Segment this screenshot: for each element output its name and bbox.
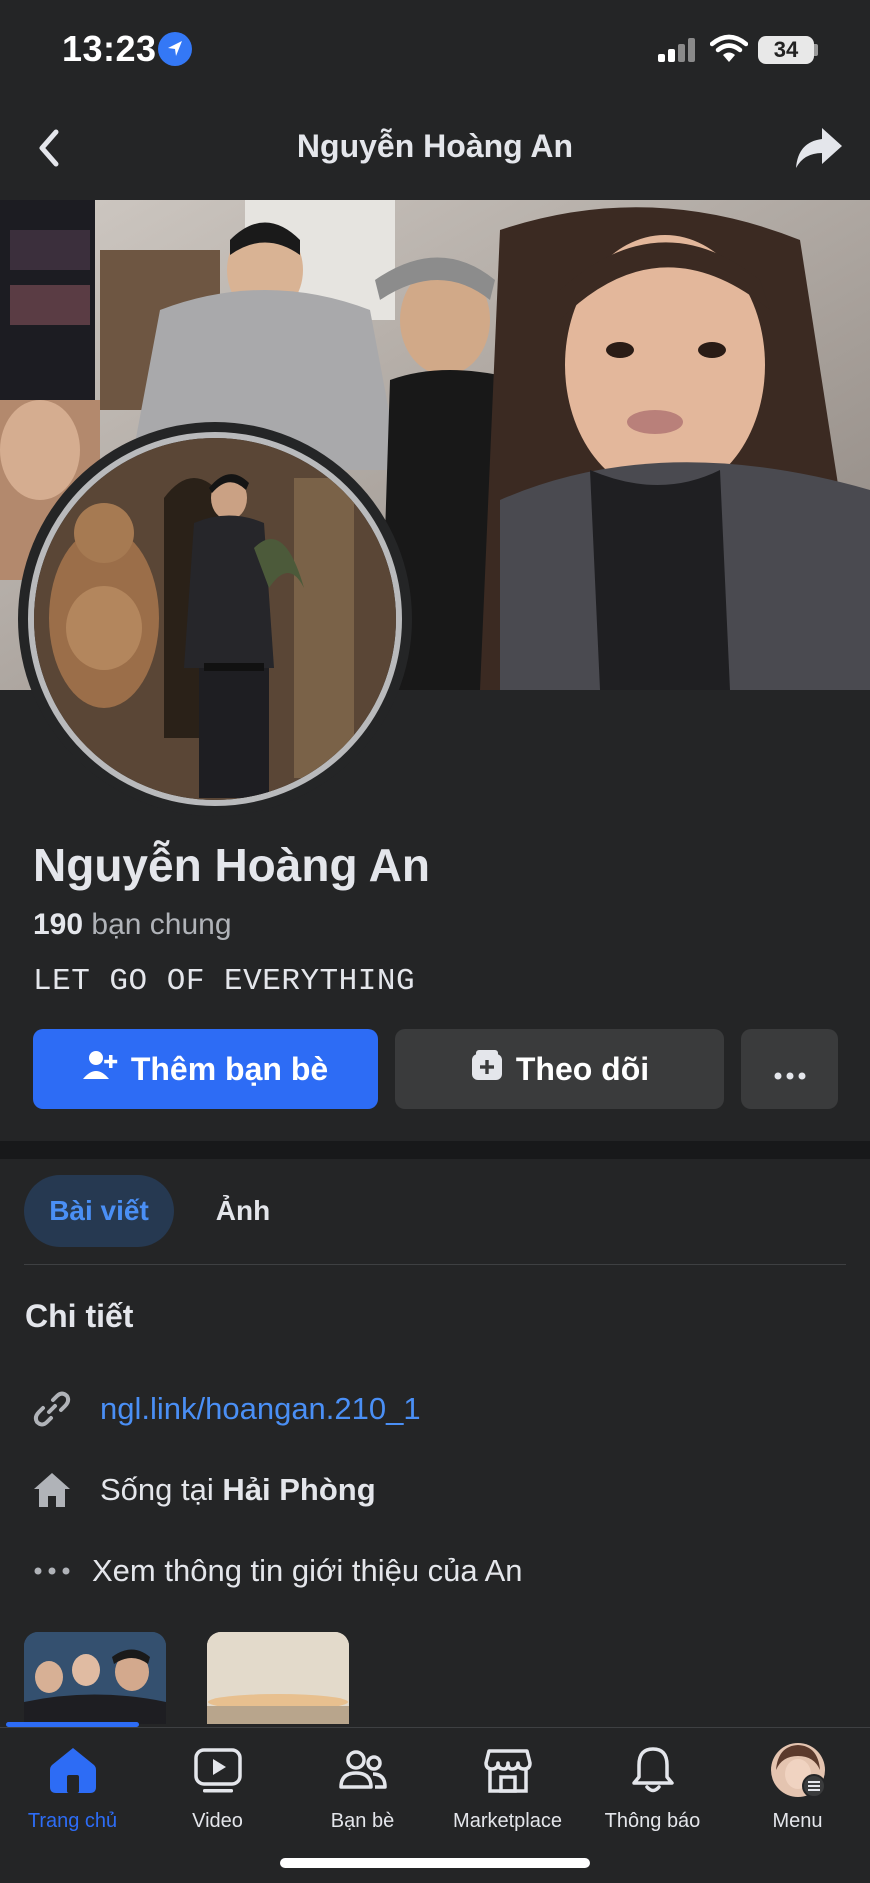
nav-notifications[interactable]: Thông báo <box>580 1742 725 1833</box>
more-dots-icon <box>30 1549 74 1593</box>
featured-photo[interactable] <box>24 1632 166 1724</box>
add-friend-icon <box>82 1049 119 1089</box>
nav-home-label: Trang chủ <box>27 1810 118 1832</box>
back-button[interactable] <box>30 126 70 170</box>
link-icon <box>30 1387 74 1431</box>
location-arrow-icon <box>158 32 192 66</box>
detail-link-row[interactable]: ngl.link/hoangan.210_1 <box>30 1384 421 1434</box>
nav-notifications-label: Thông báo <box>604 1810 701 1832</box>
follow-button[interactable]: Theo dõi <box>395 1029 724 1109</box>
profile-link[interactable]: ngl.link/hoangan.210_1 <box>100 1391 421 1427</box>
nav-menu-label: Menu <box>772 1810 823 1832</box>
nav-friends[interactable]: Bạn bè <box>290 1742 435 1833</box>
share-icon[interactable] <box>794 124 844 172</box>
nav-home[interactable]: Trang chủ <box>0 1742 145 1833</box>
nav-video[interactable]: Video <box>145 1742 290 1833</box>
tab-posts[interactable]: Bài viết <box>24 1175 174 1247</box>
lives-in-city: Hải Phòng <box>222 1472 376 1507</box>
profile-avatar[interactable] <box>28 432 402 806</box>
profile-name: Nguyễn Hoàng An <box>33 839 430 891</box>
nav-friends-label: Bạn bè <box>330 1810 395 1832</box>
friends-icon <box>335 1742 391 1798</box>
home-indicator <box>280 1858 590 1868</box>
more-options-button[interactable] <box>741 1029 838 1109</box>
detail-lives-row: Sống tại Hải Phòng <box>30 1465 376 1515</box>
profile-bio: LET GO OF EVERYTHING <box>33 964 416 999</box>
follow-label: Theo dõi <box>515 1050 650 1087</box>
video-icon <box>190 1742 246 1798</box>
menu-avatar-icon <box>770 1742 826 1798</box>
lives-in-prefix: Sống tại <box>100 1472 214 1507</box>
mutual-friends-label: bạn chung <box>91 908 232 941</box>
details-heading: Chi tiết <box>25 1298 134 1334</box>
header-title: Nguyễn Hoàng An <box>296 128 574 164</box>
more-dots-icon <box>774 1051 806 1088</box>
wifi-icon <box>709 34 749 64</box>
bell-icon <box>625 1742 681 1798</box>
tab-photos[interactable]: Ảnh <box>196 1175 290 1247</box>
status-time: 13:23 <box>62 28 157 69</box>
battery-indicator: 34 <box>758 36 814 64</box>
nav-marketplace[interactable]: Marketplace <box>435 1742 580 1833</box>
follow-icon <box>470 1048 504 1090</box>
nav-marketplace-label: Marketplace <box>453 1810 562 1832</box>
section-divider <box>0 1141 870 1159</box>
home-location-icon <box>30 1468 74 1512</box>
detail-about-row[interactable]: Xem thông tin giới thiệu của An <box>30 1546 523 1596</box>
mutual-friends-count: 190 <box>33 908 84 941</box>
add-friend-button[interactable]: Thêm bạn bè <box>33 1029 378 1109</box>
add-friend-label: Thêm bạn bè <box>130 1050 329 1087</box>
home-icon <box>45 1742 101 1798</box>
tabs-divider <box>24 1264 846 1265</box>
featured-photo[interactable] <box>207 1632 349 1724</box>
marketplace-icon <box>480 1742 536 1798</box>
cellular-signal-icon <box>658 38 698 62</box>
nav-video-label: Video <box>192 1810 243 1832</box>
mutual-friends[interactable]: 190 bạn chung <box>33 908 232 942</box>
battery-cap <box>814 44 818 56</box>
nav-menu[interactable]: Menu <box>725 1742 870 1833</box>
see-about-link[interactable]: Xem thông tin giới thiệu của An <box>92 1553 523 1589</box>
